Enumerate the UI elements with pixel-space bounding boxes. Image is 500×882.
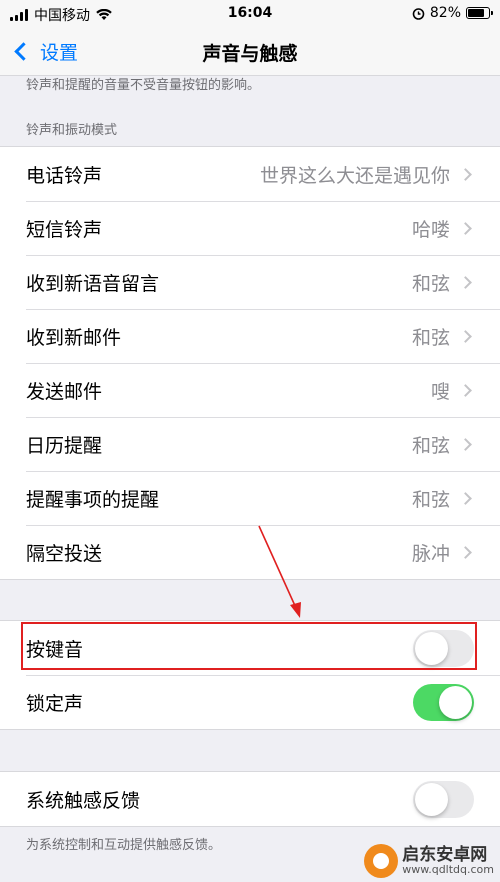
watermark: 启东安卓网 www.qdltdq.com — [364, 844, 494, 878]
row-label: 锁定声 — [26, 692, 84, 715]
lock-sound-toggle[interactable] — [413, 683, 474, 721]
watermark-name: 启东安卓网 — [402, 844, 488, 865]
system-haptics-toggle[interactable] — [413, 780, 474, 818]
row-lock-sound: 锁定声 — [0, 675, 500, 729]
haptics-group: 系统触感反馈 — [0, 771, 500, 827]
watermark-url: www.qdltdq.com — [402, 863, 494, 877]
annotation-highlight-box — [21, 622, 477, 670]
toggle-knob — [415, 782, 448, 816]
row-system-haptics: 系统触感反馈 — [0, 772, 500, 826]
toggle-knob — [439, 685, 472, 719]
row-label: 系统触感反馈 — [26, 789, 141, 812]
annotation-arrow — [258, 525, 301, 618]
haptics-footer-text: 为系统控制和互动提供触感反馈。 — [26, 838, 222, 853]
watermark-text: 启东安卓网 www.qdltdq.com — [402, 844, 494, 877]
watermark-logo-icon — [364, 844, 399, 878]
